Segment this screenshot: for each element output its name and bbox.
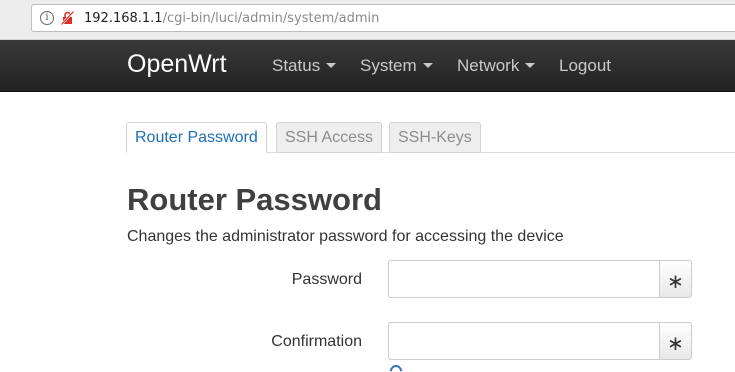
browser-toolbar: i 192.168.1.1/cgi-bin/luci/admin/system/…	[0, 0, 735, 40]
spinner-icon	[387, 362, 405, 372]
confirmation-label: Confirmation	[271, 333, 362, 350]
nav-system[interactable]: System	[360, 56, 433, 76]
address-bar[interactable]: i 192.168.1.1/cgi-bin/luci/admin/system/…	[31, 4, 735, 32]
nav-system-label: System	[360, 56, 417, 75]
password-input-group: ∗	[388, 260, 692, 298]
password-reveal-button[interactable]: ∗	[659, 260, 692, 298]
nav-network-label: Network	[457, 56, 520, 75]
nav-status-label: Status	[272, 56, 321, 75]
password-label: Password	[291, 271, 362, 288]
url-path: /cgi-bin/luci/admin/system/admin	[162, 11, 380, 26]
confirmation-input[interactable]	[388, 322, 660, 360]
confirmation-input-group: ∗	[388, 322, 692, 360]
confirmation-reveal-button[interactable]: ∗	[659, 322, 692, 360]
url-host: 192.168.1.1	[84, 11, 163, 26]
nav-logout[interactable]: Logout	[559, 56, 611, 76]
tab-router-password[interactable]: Router Password	[126, 122, 267, 153]
nav-logout-label: Logout	[559, 56, 611, 75]
nav-network[interactable]: Network	[457, 56, 536, 76]
page-description: Changes the administrator password for a…	[127, 228, 564, 245]
info-circle-icon[interactable]: i	[40, 11, 54, 25]
top-navbar: OpenWrt Status System Network Logout	[0, 40, 735, 92]
caret-down-icon	[326, 63, 337, 68]
brand-logo[interactable]: OpenWrt	[127, 49, 227, 79]
tab-ssh-access[interactable]: SSH Access	[276, 122, 383, 153]
nav-status[interactable]: Status	[272, 56, 337, 76]
caret-down-icon	[422, 63, 433, 68]
tab-ssh-keys[interactable]: SSH-Keys	[389, 122, 481, 153]
insecure-lock-icon[interactable]	[61, 11, 74, 25]
page-title: Router Password	[127, 182, 382, 217]
caret-down-icon	[525, 63, 536, 68]
url-text[interactable]: 192.168.1.1/cgi-bin/luci/admin/system/ad…	[84, 11, 379, 27]
password-input[interactable]	[388, 260, 660, 298]
